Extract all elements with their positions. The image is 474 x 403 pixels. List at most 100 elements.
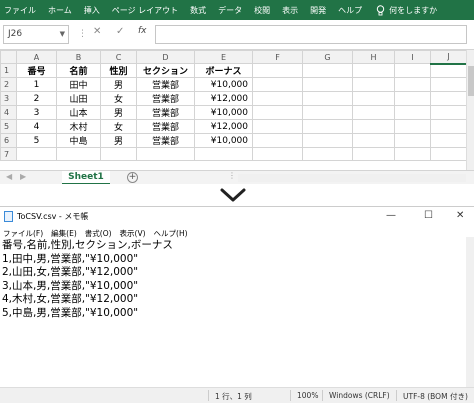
cell[interactable] bbox=[430, 63, 467, 78]
cell[interactable]: 女 bbox=[100, 91, 137, 106]
cell[interactable] bbox=[394, 147, 431, 161]
ribbon-tab-review[interactable]: 校閲 bbox=[254, 5, 270, 16]
cell[interactable]: 木村 bbox=[56, 119, 101, 134]
cell[interactable]: 名前 bbox=[56, 63, 101, 78]
row-header[interactable]: 5 bbox=[0, 119, 17, 134]
cell[interactable]: ¥10,000 bbox=[194, 77, 253, 92]
cell[interactable] bbox=[352, 147, 395, 161]
row-header[interactable]: 7 bbox=[0, 147, 17, 161]
cell[interactable] bbox=[352, 105, 395, 120]
cell[interactable] bbox=[430, 77, 467, 92]
cell[interactable] bbox=[352, 77, 395, 92]
cell[interactable]: 男 bbox=[100, 133, 137, 148]
column-header[interactable]: F bbox=[252, 50, 303, 64]
cell[interactable]: 4 bbox=[16, 119, 57, 134]
cancel-icon[interactable]: ✕ bbox=[93, 26, 101, 37]
sheet-tab-sheet1[interactable]: Sheet1 bbox=[62, 171, 110, 185]
cell[interactable] bbox=[430, 133, 467, 148]
cell[interactable] bbox=[194, 147, 253, 161]
ribbon-tab-developer[interactable]: 開発 bbox=[310, 5, 326, 16]
cell[interactable]: ¥10,000 bbox=[194, 105, 253, 120]
row-header[interactable]: 3 bbox=[0, 91, 17, 106]
cell[interactable]: 山田 bbox=[56, 91, 101, 106]
cell[interactable]: 2 bbox=[16, 91, 57, 106]
excel-vertical-scrollbar[interactable] bbox=[466, 50, 474, 170]
notepad-vertical-scrollbar[interactable] bbox=[466, 237, 474, 387]
column-header[interactable]: I bbox=[394, 50, 431, 64]
cell[interactable]: 営業部 bbox=[136, 105, 195, 120]
cell[interactable] bbox=[100, 147, 137, 161]
ribbon-tab-view[interactable]: 表示 bbox=[282, 5, 298, 16]
ribbon-tab-page-layout[interactable]: ページ レイアウト bbox=[112, 5, 178, 16]
column-header[interactable]: G bbox=[302, 50, 353, 64]
cell[interactable] bbox=[352, 91, 395, 106]
name-box[interactable]: J26 ▼ bbox=[3, 25, 69, 44]
cell[interactable]: 1 bbox=[16, 77, 57, 92]
ribbon-tab-formulas[interactable]: 数式 bbox=[190, 5, 206, 16]
cell[interactable] bbox=[352, 63, 395, 78]
cell[interactable] bbox=[302, 91, 353, 106]
cell[interactable] bbox=[252, 147, 303, 161]
insert-function-button[interactable]: fx bbox=[138, 26, 147, 36]
column-header[interactable]: E bbox=[194, 50, 253, 64]
cell[interactable] bbox=[136, 147, 195, 161]
cell[interactable] bbox=[394, 77, 431, 92]
excel-horizontal-scrollbar[interactable] bbox=[238, 174, 466, 182]
enter-check-icon[interactable]: ✓ bbox=[116, 26, 124, 37]
cell[interactable] bbox=[394, 91, 431, 106]
ribbon-tab-home[interactable]: ホーム bbox=[48, 5, 72, 16]
ribbon-tab-file[interactable]: ファイル bbox=[4, 5, 36, 16]
tell-me-search[interactable]: 何をしますか bbox=[376, 4, 437, 16]
tab-scroll-right-icon[interactable]: ▶ bbox=[20, 172, 26, 181]
cell[interactable] bbox=[430, 119, 467, 134]
cell[interactable]: 男 bbox=[100, 105, 137, 120]
row-header[interactable]: 2 bbox=[0, 77, 17, 92]
cell[interactable]: 営業部 bbox=[136, 77, 195, 92]
cell[interactable] bbox=[394, 63, 431, 78]
cell[interactable] bbox=[302, 147, 353, 161]
cell[interactable] bbox=[430, 91, 467, 106]
cell[interactable] bbox=[56, 147, 101, 161]
column-header[interactable]: C bbox=[100, 50, 137, 64]
close-icon[interactable]: ✕ bbox=[456, 210, 464, 221]
cell[interactable]: ¥12,000 bbox=[194, 91, 253, 106]
column-header[interactable]: A bbox=[16, 50, 57, 64]
ribbon-tab-data[interactable]: データ bbox=[218, 5, 242, 16]
cell[interactable]: ¥12,000 bbox=[194, 119, 253, 134]
maximize-icon[interactable]: ☐ bbox=[424, 210, 433, 221]
cell[interactable] bbox=[394, 105, 431, 120]
minimize-icon[interactable]: — bbox=[386, 210, 396, 221]
scroll-thumb[interactable] bbox=[468, 66, 474, 96]
cell[interactable] bbox=[302, 105, 353, 120]
cell[interactable] bbox=[394, 119, 431, 134]
cell[interactable]: 中島 bbox=[56, 133, 101, 148]
row-header[interactable]: 4 bbox=[0, 105, 17, 120]
cell[interactable] bbox=[352, 119, 395, 134]
cell[interactable] bbox=[302, 77, 353, 92]
cell[interactable]: 3 bbox=[16, 105, 57, 120]
column-header[interactable]: B bbox=[56, 50, 101, 64]
cell[interactable] bbox=[352, 133, 395, 148]
add-sheet-button[interactable]: + bbox=[127, 172, 138, 183]
cell[interactable] bbox=[252, 91, 303, 106]
formula-input[interactable] bbox=[155, 25, 467, 44]
column-header[interactable]: H bbox=[352, 50, 395, 64]
cell[interactable]: 営業部 bbox=[136, 119, 195, 134]
select-all-corner[interactable] bbox=[0, 50, 17, 64]
cell[interactable] bbox=[302, 133, 353, 148]
cell[interactable]: セクション bbox=[136, 63, 195, 78]
chevron-down-icon[interactable]: ▼ bbox=[60, 30, 65, 38]
row-header[interactable]: 6 bbox=[0, 133, 17, 148]
cell[interactable]: 女 bbox=[100, 119, 137, 134]
ribbon-tab-help[interactable]: ヘルプ bbox=[338, 5, 362, 16]
cell[interactable]: 営業部 bbox=[136, 91, 195, 106]
row-header[interactable]: 1 bbox=[0, 63, 17, 78]
cell[interactable] bbox=[252, 77, 303, 92]
cell[interactable]: ボーナス bbox=[194, 63, 253, 78]
cell[interactable] bbox=[394, 133, 431, 148]
cell[interactable]: 山本 bbox=[56, 105, 101, 120]
cell[interactable] bbox=[302, 119, 353, 134]
cell[interactable]: 5 bbox=[16, 133, 57, 148]
tab-scroll-left-icon[interactable]: ◀ bbox=[6, 172, 12, 181]
cell[interactable]: 男 bbox=[100, 77, 137, 92]
